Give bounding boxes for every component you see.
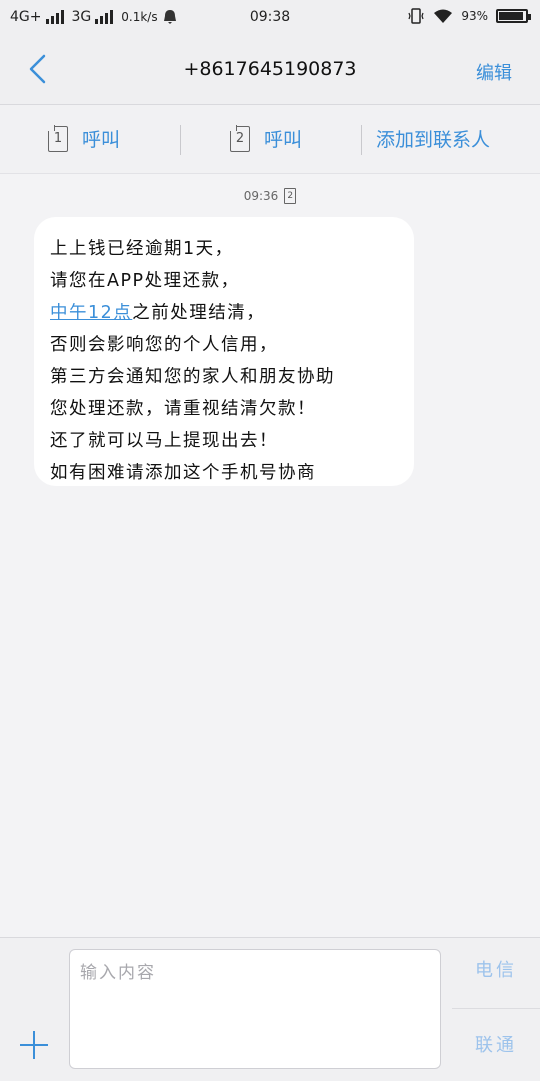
status-bar: 4G+ 3G 0.1k/s 09:38 93% [0, 0, 540, 36]
time-link[interactable]: 中午12点 [50, 303, 132, 323]
add-attachment-icon[interactable] [20, 1031, 48, 1059]
wifi-icon [434, 9, 453, 23]
add-to-contacts-label: 添加到联系人 [376, 129, 491, 151]
vibrate-icon [408, 8, 424, 24]
message-input-placeholder: 输入内容 [80, 963, 156, 983]
message-line: 否则会影响您的个人信用， [50, 335, 278, 355]
contact-phone-number: +8617645190873 [183, 58, 357, 80]
message-bubble[interactable]: 上上钱已经逾期1天， 请您在APP处理还款， 中午12点之前处理结清， 否则会影… [34, 217, 414, 486]
divider [180, 125, 181, 155]
send-telecom-button[interactable]: 电信 [452, 956, 540, 982]
message-line: 请您在APP处理还款， [50, 271, 240, 291]
action-bar: 1 呼叫 2 呼叫 添加到联系人 [0, 105, 540, 174]
message-line-text: 之前处理结清， [132, 303, 266, 323]
call-sim1-button[interactable]: 1 呼叫 [48, 125, 120, 152]
battery-percent: 93% [461, 9, 488, 23]
compose-bar: 输入内容 电信 联通 [0, 937, 540, 1081]
message-input[interactable]: 输入内容 [69, 949, 441, 1069]
call-sim2-button[interactable]: 2 呼叫 [230, 125, 302, 152]
sim-card-icon: 2 [284, 188, 297, 204]
message-line: 还了就可以马上提现出去！ [50, 431, 278, 451]
battery-icon [496, 9, 531, 23]
sim-card-icon: 2 [230, 125, 250, 152]
message-line: 如有困难请添加这个手机号协商 [50, 463, 316, 483]
message-line: 上上钱已经逾期1天， [50, 239, 234, 259]
message-timestamp: 09:36 2 [0, 188, 540, 204]
call-label: 呼叫 [264, 129, 303, 151]
conversation-header: +8617645190873 编辑 [0, 36, 540, 105]
message-line: 您处理还款，请重视结清欠款！ [50, 399, 316, 419]
add-to-contacts-button[interactable]: 添加到联系人 [376, 125, 490, 152]
edit-button[interactable]: 编辑 [476, 59, 512, 85]
call-label: 呼叫 [82, 129, 121, 151]
divider [361, 125, 362, 155]
message-line: 第三方会通知您的家人和朋友协助 [50, 367, 335, 387]
sim-card-icon: 1 [48, 125, 68, 152]
divider [452, 1008, 540, 1009]
message-line: 中午12点之前处理结清， [50, 297, 400, 329]
send-unicom-button[interactable]: 联通 [452, 1031, 540, 1057]
message-time: 09:36 [243, 189, 279, 203]
